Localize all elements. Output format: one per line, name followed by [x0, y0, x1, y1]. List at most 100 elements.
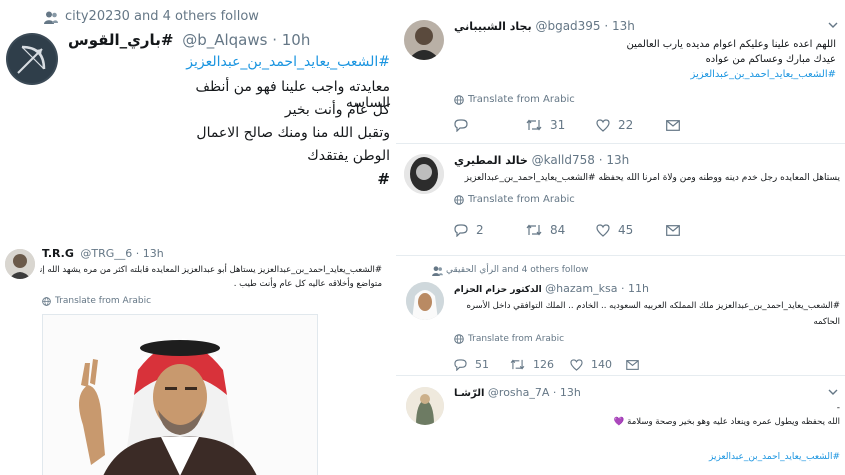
handle[interactable]: @hazam_ksa — [545, 282, 617, 295]
hashtag-link[interactable]: #الشعب_يعايد_احمد_بن_عبدالعزيز — [150, 54, 390, 70]
tweet-actions: 31 22 — [454, 118, 680, 132]
tweet-image[interactable] — [42, 314, 318, 475]
retweet-button[interactable]: 31 — [526, 118, 596, 132]
tweet-actions: 2 84 45 — [454, 223, 680, 237]
tweet-line: كل عام وأنت بخير — [284, 102, 390, 118]
reply-button[interactable]: 2 — [454, 223, 526, 237]
avatar[interactable] — [6, 33, 58, 85]
handle[interactable]: @b_Alqaws — [182, 31, 267, 49]
like-count: 140 — [591, 358, 612, 371]
dm-button[interactable] — [626, 359, 639, 370]
tweet-line: #الشعب_يعايد_احمد_بن_عبدالعزيز يستاهل أب… — [40, 265, 382, 275]
tweet-line: اللهم اعده علينا وعليكم اعوام مديده يارب… — [626, 39, 836, 50]
reply-icon — [454, 118, 468, 132]
tweet-line: الله يحفظه ويطول عمره وينعاد عليه وهو بخ… — [613, 417, 840, 427]
avatar[interactable] — [406, 387, 444, 425]
translate-link[interactable]: Translate from Arabic — [55, 296, 151, 306]
hashtag-link[interactable]: #الشعب_يعايد_احمد_بن_عبدالعزيز — [456, 69, 836, 80]
translate-row[interactable]: Translate from Arabic — [42, 296, 151, 306]
heart-icon — [596, 223, 610, 237]
retweet-count: 126 — [533, 358, 554, 371]
tweet-text: #الشعب_يعايد_احمد_بن_عبدالعزيز يستاهل أب… — [40, 263, 382, 291]
timestamp[interactable]: 13h — [612, 19, 635, 33]
retweet-button[interactable]: 84 — [526, 223, 596, 237]
like-count: 22 — [618, 118, 634, 132]
globe-icon — [454, 194, 464, 205]
like-button[interactable]: 45 — [596, 223, 666, 237]
translate-row[interactable]: Translate from Arabic — [454, 334, 564, 344]
translate-link[interactable]: Translate from Arabic — [468, 334, 564, 344]
timestamp[interactable]: 13h — [606, 153, 629, 167]
handle[interactable]: @bgad395 — [535, 19, 600, 33]
tweet-header: الرّشـا @rosha_7A · 13h — [454, 386, 581, 399]
avatar[interactable] — [404, 154, 444, 194]
retweet-icon — [526, 119, 542, 131]
retweet-button[interactable]: 126 — [510, 358, 570, 371]
reply-count: 51 — [475, 358, 489, 371]
tweet-line: #الشعب_يعايد_احمد_بن_عبدالعزيز ملك الممل… — [466, 301, 840, 311]
people-icon — [44, 11, 58, 24]
tweet-line: متواضع وأخلاقه عاليه كل عام وأنت طيب . — [233, 279, 382, 289]
tweet-card[interactable]: الرأي الحقيقي and 4 others follow الدكتو… — [396, 262, 845, 374]
retweet-icon — [526, 224, 542, 236]
tweet-header: خالد المطيري @kalld758 · 13h — [454, 153, 630, 167]
reply-count: 2 — [476, 223, 484, 237]
dm-button[interactable] — [666, 119, 680, 131]
tweet-actions: 51 126 140 — [454, 358, 639, 371]
envelope-icon — [666, 119, 680, 131]
translate-link[interactable]: Translate from Arabic — [468, 194, 575, 205]
tweet-header: باري_القوس# @b_Alqaws · 10h — [68, 31, 311, 49]
tweet-text: #الشعب_يعايد_احمد_بن_عبدالعزيز ملك الممل… — [452, 298, 840, 330]
tweet-line: - — [836, 403, 840, 413]
handle[interactable]: @TRG__6 — [80, 247, 132, 260]
chevron-down-icon[interactable] — [828, 22, 838, 28]
display-name[interactable]: T.R.G — [42, 247, 74, 260]
translate-row[interactable]: Translate from Arabic — [454, 194, 575, 205]
tweet-card[interactable]: خالد المطيري @kalld758 · 13h يستاهل المع… — [396, 144, 845, 249]
timestamp[interactable]: 13h — [143, 247, 164, 260]
like-button[interactable]: 140 — [570, 358, 626, 371]
tweet-line: الحاكمه — [813, 317, 840, 327]
envelope-icon — [626, 359, 639, 370]
timestamp[interactable]: 11h — [628, 282, 649, 295]
retweet-count: 31 — [550, 118, 566, 132]
divider — [396, 255, 845, 256]
heart-icon — [596, 118, 610, 132]
tweet-header: T.R.G @TRG__6 · 13h — [42, 247, 164, 260]
translate-link[interactable]: Translate from Arabic — [468, 94, 575, 105]
globe-icon — [454, 94, 464, 105]
reply-button[interactable] — [454, 118, 526, 132]
avatar[interactable] — [5, 249, 35, 279]
social-context: الرأي الحقيقي and 4 others follow — [446, 265, 589, 275]
tweet-card[interactable]: الرّشـا @rosha_7A · 13h - الله يحفظه ويط… — [396, 377, 845, 475]
display-name[interactable]: الدكتور حزام الحزام — [454, 285, 542, 295]
tweet-line: وتقبل الله منا ومنك صالح الاعمال — [196, 125, 390, 141]
reply-icon — [454, 358, 467, 371]
left-bottom-tweet[interactable]: T.R.G @TRG__6 · 13h #الشعب_يعايد_احمد_بن… — [0, 238, 392, 475]
handle[interactable]: @rosha_7A — [488, 386, 549, 399]
divider — [396, 375, 845, 376]
handle[interactable]: @kalld758 — [532, 153, 595, 167]
tweet-line: الوطن يفتقدك — [307, 148, 390, 164]
heart-icon — [570, 358, 583, 371]
left-top-tweet[interactable]: city20230 and 4 others follow باري_القوس… — [0, 0, 392, 210]
dm-button[interactable] — [666, 224, 680, 236]
display-name[interactable]: الرّشـا — [454, 388, 484, 399]
display-name[interactable]: بجاد الشبيباني — [454, 20, 532, 33]
tweet-text: يستاهل المعايده رجل خدم دينه ووطنه ومن و… — [464, 173, 840, 183]
avatar[interactable] — [404, 20, 444, 60]
tweet-card[interactable]: بجاد الشبيباني @bgad395 · 13h اللهم اعده… — [396, 8, 845, 148]
translate-row[interactable]: Translate from Arabic — [454, 94, 575, 105]
hashtag-link[interactable]: #الشعب_يعايد_احمد_بن_عبدالعزيز — [452, 452, 840, 462]
avatar[interactable] — [406, 282, 444, 320]
tweet-header: الدكتور حزام الحزام @hazam_ksa · 11h — [454, 282, 649, 295]
like-button[interactable]: 22 — [596, 118, 666, 132]
display-name[interactable]: خالد المطيري — [454, 154, 528, 167]
timestamp[interactable]: 10h — [282, 31, 311, 49]
chevron-down-icon[interactable] — [828, 389, 838, 395]
timestamp[interactable]: 13h — [560, 386, 581, 399]
display-name[interactable]: باري_القوس# — [68, 31, 173, 49]
like-count: 45 — [618, 223, 634, 237]
envelope-icon — [666, 224, 680, 236]
reply-button[interactable]: 51 — [454, 358, 510, 371]
